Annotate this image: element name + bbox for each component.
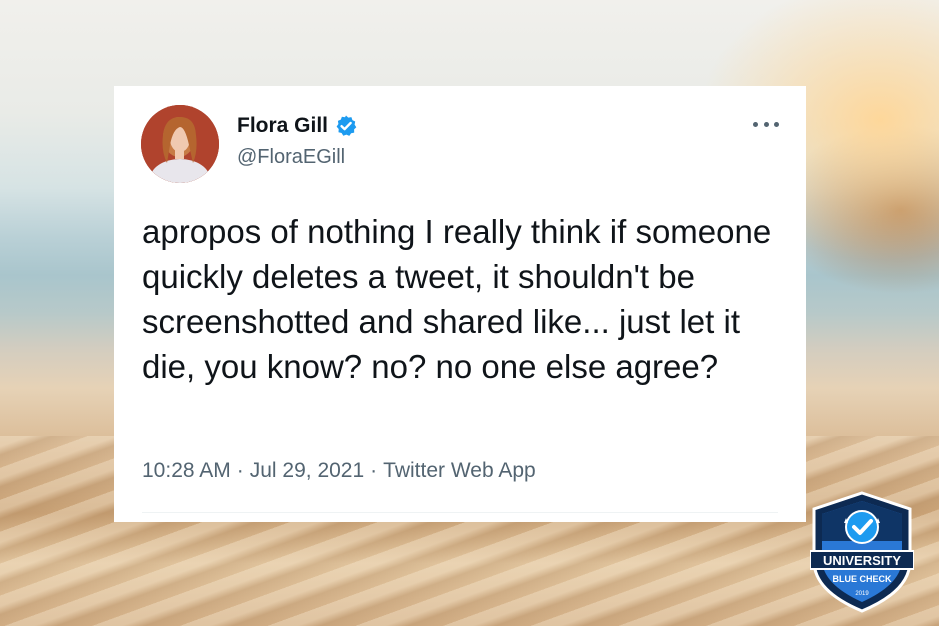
badge-line1: UNIVERSITY [823,553,901,568]
badge-year: 2019 [855,591,869,597]
tweet-meta: 10:28 AM · Jul 29, 2021 · Twitter Web App [142,458,536,484]
more-horizontal-icon[interactable] [753,116,779,132]
tweet-card[interactable]: Flora Gill @FloraEGill apropos of nothin… [114,86,806,522]
meta-separator: · [236,459,244,482]
tweet-source[interactable]: Twitter Web App [383,459,536,482]
more-dot [763,121,769,127]
divider [142,512,778,513]
avatar[interactable] [141,105,219,183]
verified-check-icon [334,114,358,138]
tweet-text: apropos of nothing I really think if som… [142,213,781,385]
meta-separator: · [370,459,378,482]
handle[interactable]: @FloraEGill [237,145,345,169]
university-blue-check-logo: UNIVERSITY BLUE CHECK 2019 [809,491,915,613]
author-row: Flora Gill [237,113,358,139]
tweet-date[interactable]: Jul 29, 2021 [250,459,364,482]
tweet-time[interactable]: 10:28 AM [142,459,231,482]
display-name[interactable]: Flora Gill [237,113,328,139]
badge-line2: BLUE CHECK [832,574,892,584]
more-dot [774,121,779,127]
more-dot [753,121,758,127]
